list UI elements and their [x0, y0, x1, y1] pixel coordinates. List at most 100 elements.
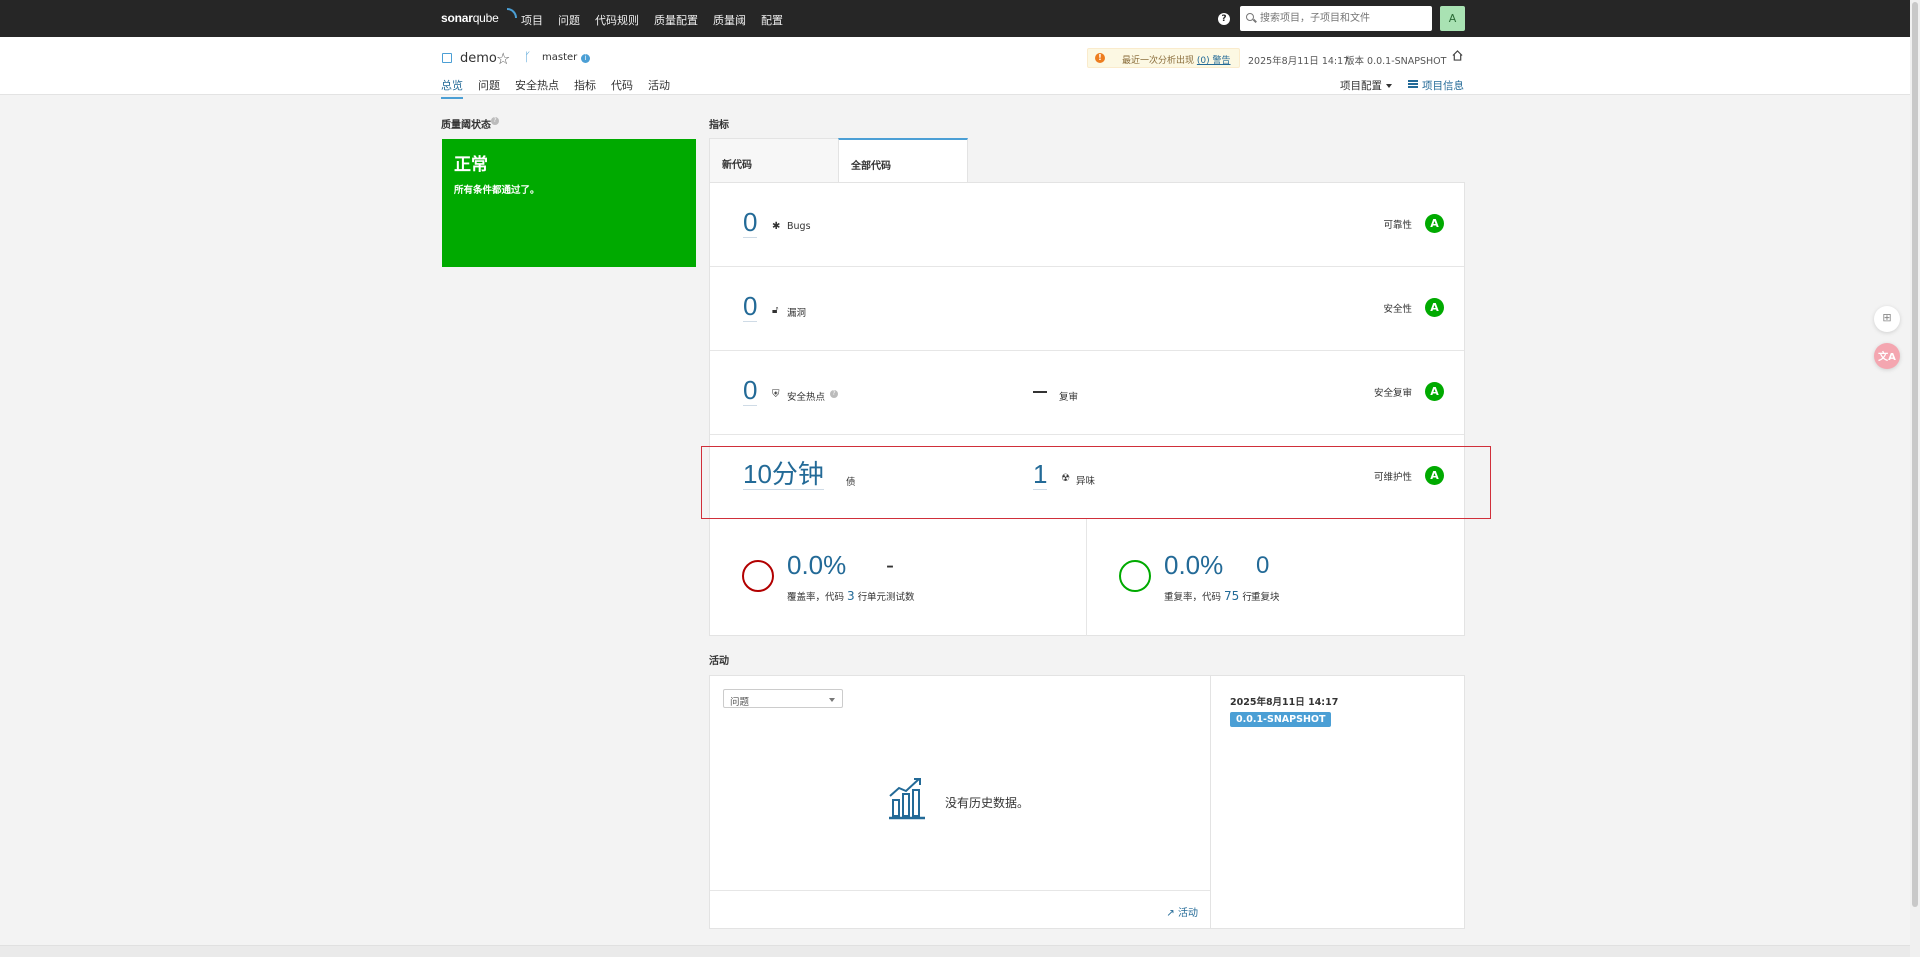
quality-gate-description: 所有条件都通过了。	[454, 185, 540, 196]
scrollbar-thumb[interactable]	[1912, 2, 1918, 907]
lines-to-cover-link[interactable]: 3	[847, 589, 855, 603]
hotspots-label: 安全热点	[787, 392, 826, 403]
activity-label: 活动	[709, 656, 729, 667]
vulnerabilities-value[interactable]: 0	[743, 291, 758, 322]
tab-overall-code[interactable]: 全部代码	[838, 138, 968, 183]
no-history-text: 没有历史数据。	[945, 796, 1030, 810]
side-tool-button[interactable]: ⊞	[1874, 306, 1900, 332]
project-tabs: 总览 问题 安全热点 指标 代码 活动	[441, 77, 670, 99]
global-search	[1240, 6, 1432, 31]
nav-issues[interactable]: 问题	[558, 12, 580, 28]
user-avatar[interactable]: A	[1440, 6, 1465, 31]
nav-rules[interactable]: 代码规则	[595, 12, 639, 28]
metrics-panel: 0 ✱ Bugs 可靠性 A 0 🔓︎ 漏洞 安全性 A 0 ⛨ 安全热点 ? …	[709, 182, 1465, 636]
help-icon[interactable]: ?	[830, 390, 838, 398]
project-name[interactable]: demo	[460, 51, 497, 66]
branch-icon: ᚴ	[524, 50, 532, 64]
duplications-ring-icon	[1119, 560, 1151, 592]
activity-link[interactable]: ↗ 活动	[1166, 904, 1198, 919]
sonarqube-logo[interactable]: sonarqube	[441, 8, 517, 25]
branch-info-icon[interactable]: i	[581, 54, 590, 63]
duplicated-blocks-value[interactable]: 0	[1256, 552, 1269, 580]
sonarqube-wave-icon	[507, 8, 517, 18]
metric-row-bugs: 0 ✱ Bugs 可靠性 A	[710, 183, 1464, 267]
nav-projects[interactable]: 项目	[521, 12, 543, 28]
quality-gate-status: 正常	[454, 155, 488, 175]
tab-issues[interactable]: 问题	[478, 77, 500, 99]
favorite-star-icon[interactable]: ☆	[496, 49, 510, 68]
metric-row-hotspots: 0 ⛨ 安全热点 ? 复审 安全复审 A	[710, 351, 1464, 435]
reliability-rating[interactable]: A	[1425, 214, 1444, 233]
reliability-label: 可靠性	[1383, 220, 1412, 231]
main-nav: 项目 问题 代码规则 质量配置 质量阈 配置	[521, 12, 783, 28]
activity-footer: ↗ 活动	[710, 890, 1210, 928]
vulnerabilities-label: 漏洞	[787, 308, 807, 319]
bottom-strip	[0, 945, 1910, 957]
duplications-value[interactable]: 0.0%	[1164, 550, 1223, 580]
analysis-date: 2025年8月11日 14:17	[1248, 56, 1350, 67]
nav-administration[interactable]: 配置	[761, 12, 783, 28]
highlight-box	[701, 446, 1491, 519]
project-header: demo ☆ ᚴ master i ! 最近一次分析出现 (0) 警告 2025…	[0, 37, 1910, 99]
duplications-label: 重复率，代码 75 行	[1164, 589, 1252, 603]
analysis-history-date: 2025年8月11日 14:17	[1230, 697, 1339, 708]
analysis-history: 2025年8月11日 14:17 0.0.1-SNAPSHOT	[1230, 694, 1338, 727]
bugs-label: Bugs	[787, 221, 811, 232]
search-input[interactable]	[1260, 10, 1425, 27]
warning-link[interactable]: (0) 警告	[1197, 56, 1231, 66]
tab-security-hotspots[interactable]: 安全热点	[515, 77, 559, 99]
activity-graph-area: 问题 没有历史数据。 ↗ 活动	[710, 676, 1211, 928]
quality-gate-label: 质量阈状态	[441, 120, 491, 131]
security-review-label: 安全复审	[1373, 388, 1412, 399]
nav-quality-gates[interactable]: 质量阈	[713, 12, 746, 28]
bug-icon: ✱	[772, 221, 781, 232]
top-navbar: sonarqube 项目 问题 代码规则 质量配置 质量阈 配置 ? A	[0, 0, 1910, 37]
unit-tests-label: 单元测试数	[867, 592, 915, 603]
project-info-link[interactable]: 项目信息	[1422, 78, 1464, 93]
quality-gate-status-box: 正常 所有条件都通过了。	[442, 139, 696, 267]
coverage-value[interactable]: 0.0%	[787, 550, 846, 580]
version-text: 版本 0.0.1-SNAPSHOT	[1345, 56, 1447, 67]
help-icon[interactable]: ?	[1218, 13, 1230, 25]
lines-link[interactable]: 75	[1224, 589, 1239, 603]
security-label: 安全性	[1383, 304, 1412, 315]
project-settings-dropdown[interactable]: 项目配置	[1340, 78, 1392, 93]
tab-overview[interactable]: 总览	[441, 77, 463, 99]
reviewed-label: 复审	[1059, 392, 1079, 403]
nav-quality-profiles[interactable]: 质量配置	[654, 12, 698, 28]
tab-new-code[interactable]: 新代码	[709, 138, 839, 183]
metric-row-vulnerabilities: 0 🔓︎ 漏洞 安全性 A	[710, 267, 1464, 351]
graph-type-select[interactable]: 问题	[723, 689, 843, 708]
security-rating[interactable]: A	[1425, 298, 1444, 317]
help-icon[interactable]: ?	[491, 117, 499, 125]
reviewed-value	[1033, 391, 1047, 393]
trend-icon: ↗	[1166, 908, 1175, 919]
coverage-cell: 0.0% 覆盖率，代码 3 行 - 单元测试数	[710, 519, 1087, 636]
activity-panel: 问题 没有历史数据。 ↗ 活动 2025年8月11日 14:17 0.0.1-S…	[709, 675, 1465, 929]
duplications-cell: 0.0% 重复率，代码 75 行 0 重复块	[1087, 519, 1464, 636]
tab-measures[interactable]: 指标	[574, 77, 596, 99]
tab-activity[interactable]: 活动	[648, 77, 670, 99]
branch-name[interactable]: master	[542, 52, 577, 63]
search-icon	[1246, 13, 1254, 21]
security-review-rating[interactable]: A	[1425, 382, 1444, 401]
shield-icon: ⛨	[772, 389, 780, 400]
version-badge: 0.0.1-SNAPSHOT	[1230, 712, 1332, 727]
unit-tests-value[interactable]: -	[886, 552, 894, 580]
scrollbar[interactable]	[1910, 0, 1920, 957]
translate-icon: 文A	[1878, 352, 1896, 363]
warning-icon: !	[1095, 53, 1105, 63]
translate-button[interactable]: 文A	[1874, 343, 1900, 369]
home-icon[interactable]	[1452, 50, 1463, 61]
project-icon	[442, 53, 452, 63]
grid-add-icon: ⊞	[1882, 311, 1892, 324]
coverage-label: 覆盖率，代码 3 行	[787, 589, 868, 603]
metrics-label: 指标	[709, 120, 729, 131]
coverage-ring-icon	[742, 560, 774, 592]
tab-code[interactable]: 代码	[611, 77, 633, 99]
bugs-value[interactable]: 0	[743, 207, 758, 238]
analysis-warning-banner: ! 最近一次分析出现 (0) 警告	[1087, 48, 1240, 68]
hotspots-value[interactable]: 0	[743, 375, 758, 406]
unlock-icon: 🔓︎	[772, 305, 779, 316]
warning-text: 最近一次分析出现	[1122, 56, 1195, 66]
